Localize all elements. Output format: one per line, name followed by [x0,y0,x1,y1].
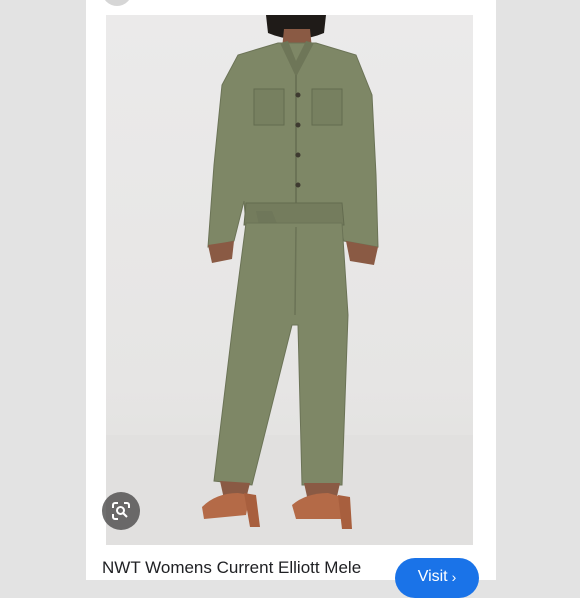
lens-search-icon [112,502,130,520]
product-image[interactable] [106,15,473,545]
chevron-right-icon: › [451,569,457,585]
visit-button[interactable]: Visit › [395,558,479,598]
result-title[interactable]: NWT Womens Current Elliott Mele [102,558,361,578]
lens-button[interactable] [102,492,140,530]
visit-label: Visit [417,568,448,585]
